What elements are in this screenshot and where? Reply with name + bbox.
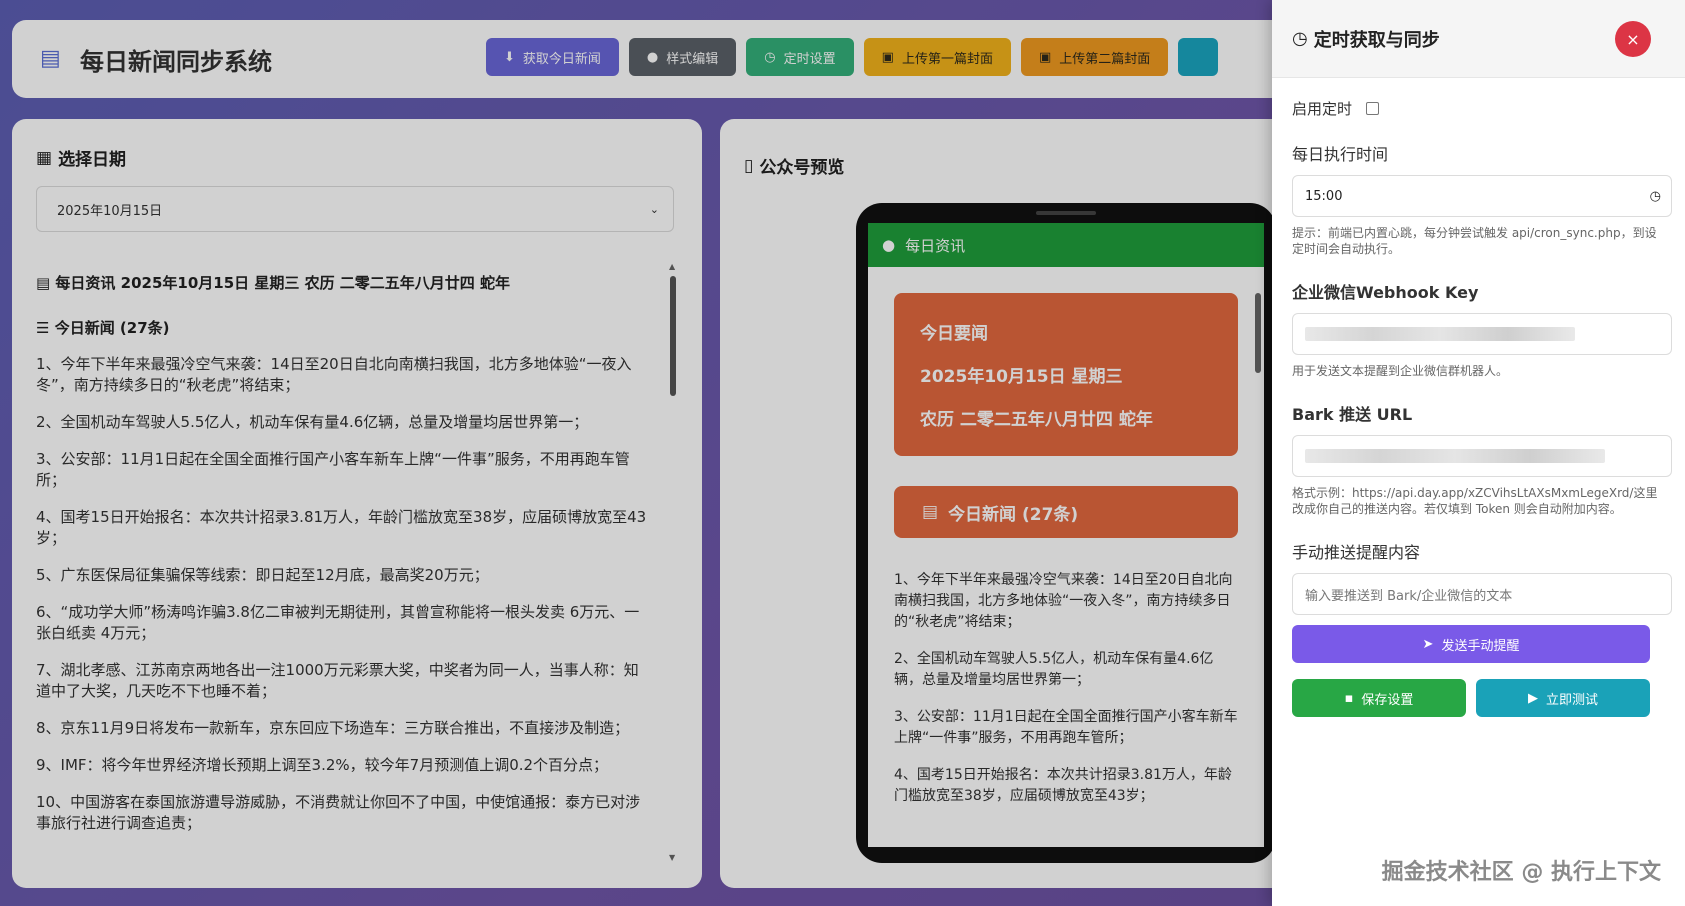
webhook-hint: 用于发送文本提醒到企业微信群机器人。 <box>1292 364 1509 378</box>
manual-content-input[interactable]: 输入要推送到 Bark/企业微信的文本 <box>1292 573 1672 615</box>
drawer-header: ◷ 定时获取与同步 × <box>1272 0 1685 78</box>
manual-label: 手动推送提醒内容 <box>1292 543 1421 562</box>
bark-input[interactable] <box>1292 435 1672 477</box>
watermark: 掘金技术社区 @ 执行上下文 <box>1381 860 1661 885</box>
clock-icon: ◷ <box>1649 188 1661 204</box>
test-now-button[interactable]: ▶ 立即测试 <box>1476 679 1650 717</box>
send-icon: ➤ <box>1422 636 1434 652</box>
blurred-value <box>1305 449 1605 463</box>
close-button[interactable]: × <box>1615 21 1651 57</box>
webhook-input[interactable] <box>1292 313 1672 355</box>
webhook-label: 企业微信Webhook Key <box>1292 283 1479 302</box>
close-icon: × <box>1626 29 1640 49</box>
save-settings-button[interactable]: ▪ 保存设置 <box>1292 679 1466 717</box>
play-icon: ▶ <box>1527 690 1538 706</box>
enable-schedule-checkbox[interactable] <box>1366 102 1380 115</box>
bark-label: Bark 推送 URL <box>1292 405 1413 424</box>
bark-hint: 格式示例：https://api.day.app/xZCVihsLtAXsMxm… <box>1292 486 1658 516</box>
time-hint: 提示：前端已内置心跳，每分钟尝试触发 api/cron_sync.php，到设定… <box>1292 226 1657 256</box>
schedule-drawer: ◷ 定时获取与同步 × 启用定时 每日执行时间 15:00 ◷ 提示：前端已内置… <box>1272 0 1685 906</box>
time-label: 每日执行时间 <box>1292 145 1389 164</box>
send-manual-button[interactable]: ➤ 发送手动提醒 <box>1292 625 1650 663</box>
clock-icon: ◷ <box>1292 28 1308 49</box>
blurred-value <box>1305 327 1575 341</box>
save-icon: ▪ <box>1344 690 1354 706</box>
time-input[interactable]: 15:00 ◷ <box>1292 175 1672 217</box>
drawer-title: ◷ 定时获取与同步 <box>1292 28 1440 51</box>
enable-schedule-row: 启用定时 <box>1292 98 1665 119</box>
